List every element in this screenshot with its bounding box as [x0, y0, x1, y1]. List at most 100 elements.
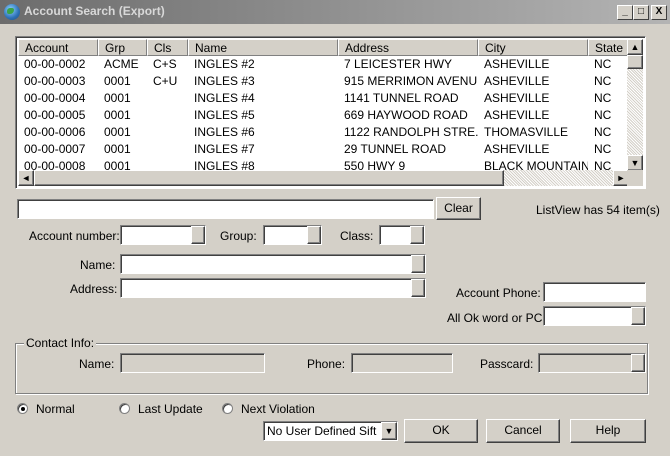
class-field[interactable] [379, 225, 425, 245]
column-header-address[interactable]: Address [338, 39, 478, 56]
next-violation-radio-label[interactable]: Next Violation [241, 402, 315, 416]
column-header-account[interactable]: Account [18, 39, 98, 56]
cell-city: ASHEVILLE [484, 91, 550, 105]
address-label: Address: [70, 282, 118, 296]
account-number-dropdown-icon[interactable] [191, 226, 205, 244]
cell-city: ASHEVILLE [484, 57, 550, 71]
cell-grp: 0001 [104, 142, 131, 156]
scroll-down-arrow-icon[interactable]: ▼ [627, 155, 643, 171]
cell-name: INGLES #6 [194, 125, 255, 139]
last-update-radio[interactable] [119, 403, 130, 414]
cell-name: INGLES #5 [194, 108, 255, 122]
chevron-down-icon[interactable]: ▼ [381, 422, 397, 440]
cell-state: NC [594, 74, 612, 88]
class-dropdown-icon[interactable] [410, 226, 424, 244]
contact-phone-label: Phone: [307, 357, 346, 371]
vertical-scroll-thumb[interactable] [627, 55, 643, 69]
cell-cls [147, 90, 188, 107]
cell-grp: 0001 [104, 108, 131, 122]
column-header-cls[interactable]: Cls [147, 39, 188, 56]
contact-name-label: Name: [79, 357, 115, 371]
horizontal-scroll-thumb[interactable] [34, 170, 504, 186]
cell-name: INGLES #2 [194, 57, 255, 71]
cell-name: INGLES #4 [194, 91, 255, 105]
listview-vertical-scrollbar[interactable]: ▲ ▼ [627, 39, 643, 171]
ok-button[interactable]: OK [404, 419, 478, 443]
passcard-dropdown-icon [631, 354, 645, 372]
window-title: Account Search (Export) [24, 4, 165, 18]
clear-button[interactable]: Clear [436, 197, 481, 220]
table-row[interactable]: 00-00-0005 0001 INGLES #5 669 HAYWOOD ROAD A… [18, 107, 629, 124]
account-listview[interactable]: Account Grp Cls Name Address City State … [15, 36, 646, 189]
passcard-field [538, 353, 646, 373]
cell-address: 7 LEICESTER HWY [344, 57, 453, 71]
table-row[interactable]: 00-00-0007 0001 INGLES #7 29 TUNNEL ROAD ASH… [18, 141, 629, 158]
normal-radio-label[interactable]: Normal [36, 402, 75, 416]
cell-account: 00-00-0002 [24, 57, 86, 71]
help-button[interactable]: Help [570, 419, 646, 443]
column-header-state[interactable]: State [588, 39, 629, 56]
cell-address: 669 HAYWOOD ROAD [344, 108, 468, 122]
cell-name: INGLES #7 [194, 142, 255, 156]
cell-grp: 0001 [104, 74, 131, 88]
cell-cls: C+S [153, 57, 177, 71]
last-update-radio-label[interactable]: Last Update [138, 402, 203, 416]
account-number-label: Account number: [29, 229, 120, 243]
table-row[interactable]: 00-00-0002 ACME C+S INGLES #2 7 LEICESTER HW… [18, 56, 629, 73]
cell-city: ASHEVILLE [484, 142, 550, 156]
scroll-left-arrow-icon[interactable]: ◄ [18, 170, 34, 186]
cell-grp: 0001 [104, 125, 131, 139]
cell-state: NC [594, 57, 612, 71]
all-ok-word-label: All Ok word or PC: [447, 311, 546, 325]
sift-select-value: No User Defined Sift [267, 424, 377, 438]
cell-account: 00-00-0007 [24, 142, 86, 156]
cell-cls: C+U [153, 74, 178, 88]
table-row[interactable]: 00-00-0003 0001 C+U INGLES #3 915 MERRIMON A… [18, 73, 629, 90]
cell-cls [147, 141, 188, 158]
cell-account: 00-00-0004 [24, 91, 86, 105]
all-ok-word-dropdown-icon[interactable] [631, 307, 645, 325]
cell-address: 1122 RANDOLPH STRE... [344, 125, 478, 139]
minimize-button[interactable]: _ [617, 5, 633, 20]
cell-account: 00-00-0003 [24, 74, 86, 88]
column-header-city[interactable]: City [478, 39, 588, 56]
cell-city: ASHEVILLE [484, 108, 550, 122]
close-button[interactable]: X [651, 5, 667, 20]
globe-icon [4, 4, 20, 20]
cell-grp: ACME [104, 57, 139, 71]
cell-address: 1141 TUNNEL ROAD [344, 91, 459, 105]
scroll-up-arrow-icon[interactable]: ▲ [627, 39, 643, 55]
cell-grp: 0001 [104, 91, 131, 105]
maximize-button[interactable]: □ [633, 5, 649, 20]
cell-state: NC [594, 91, 612, 105]
account-number-field[interactable] [120, 225, 206, 245]
search-input[interactable] [17, 199, 434, 219]
listview-horizontal-scrollbar[interactable]: ◄ ► [18, 170, 629, 186]
cell-cls [147, 124, 188, 141]
class-label: Class: [340, 229, 374, 243]
all-ok-word-field[interactable] [543, 306, 646, 326]
contact-info-legend: Contact Info: [24, 336, 97, 350]
sift-select[interactable]: No User Defined Sift ▼ [263, 421, 398, 441]
cancel-button[interactable]: Cancel [486, 419, 560, 443]
name-dropdown-icon[interactable] [411, 255, 425, 273]
contact-phone-field [351, 353, 453, 373]
account-phone-field[interactable] [543, 282, 646, 302]
listview-item-count: ListView has 54 item(s) [536, 203, 660, 217]
cell-cls [147, 107, 188, 124]
name-field[interactable] [120, 254, 426, 274]
table-row[interactable]: 00-00-0004 0001 INGLES #4 1141 TUNNEL ROAD A… [18, 90, 629, 107]
group-dropdown-icon[interactable] [307, 226, 321, 244]
group-field[interactable] [263, 225, 322, 245]
address-dropdown-icon[interactable] [411, 279, 425, 297]
cell-address: 29 TUNNEL ROAD [344, 142, 447, 156]
table-row[interactable]: 00-00-0006 0001 INGLES #6 1122 RANDOLPH STR… [18, 124, 629, 141]
cell-address: 915 MERRIMON AVENUE [344, 74, 478, 88]
cell-state: NC [594, 108, 612, 122]
normal-radio[interactable] [17, 403, 28, 414]
cell-account: 00-00-0006 [24, 125, 86, 139]
column-header-name[interactable]: Name [188, 39, 338, 56]
address-field[interactable] [120, 278, 426, 298]
next-violation-radio[interactable] [222, 403, 233, 414]
column-header-grp[interactable]: Grp [98, 39, 147, 56]
